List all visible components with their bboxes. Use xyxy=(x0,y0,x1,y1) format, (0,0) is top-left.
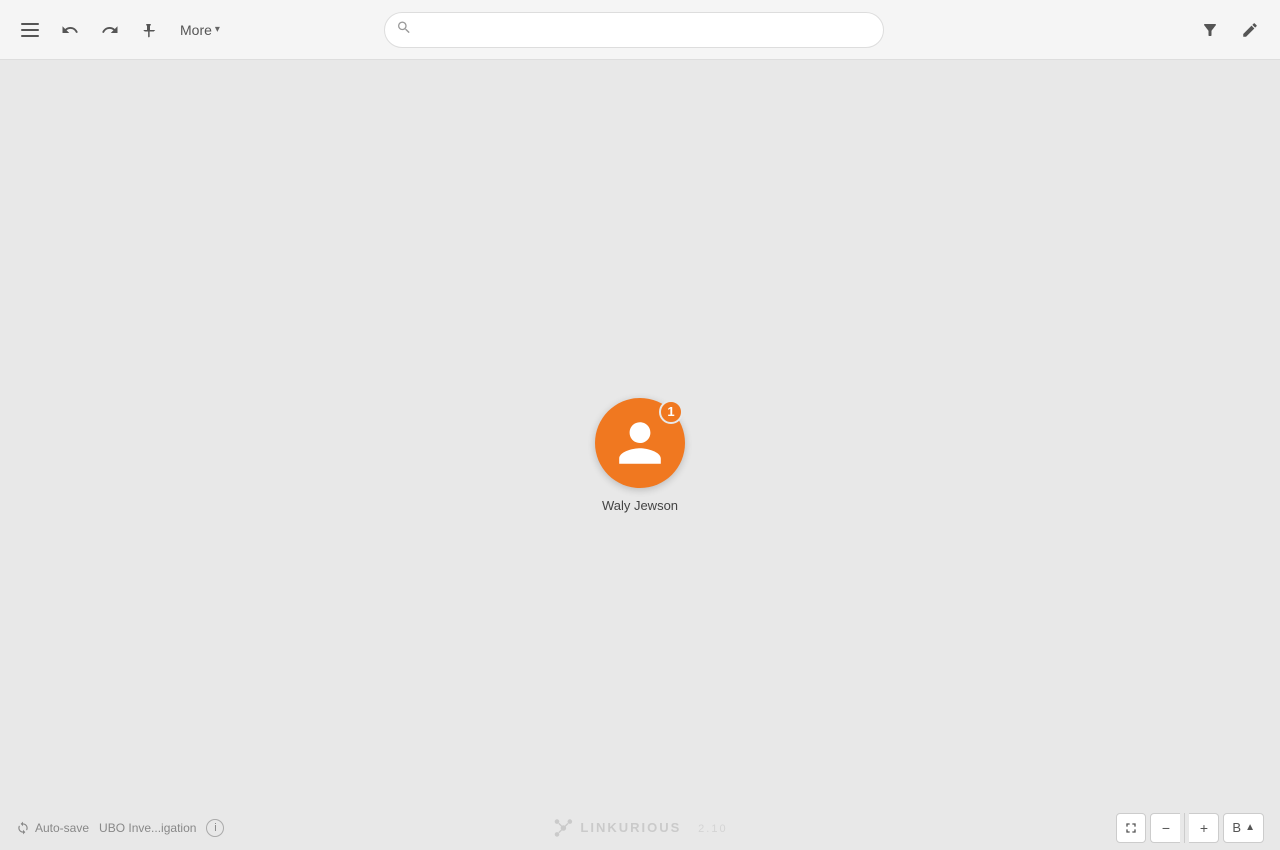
menu-button[interactable] xyxy=(12,14,48,46)
logo-icon xyxy=(552,817,574,839)
graph-canvas[interactable]: 1 Waly Jewson xyxy=(0,60,1280,850)
zoom-in-button[interactable]: + xyxy=(1189,813,1219,843)
zoom-plus-label: + xyxy=(1200,820,1208,836)
graph-node[interactable]: 1 Waly Jewson xyxy=(595,398,685,513)
pin-button[interactable] xyxy=(132,14,168,46)
edit-button[interactable] xyxy=(1232,14,1268,46)
main-toolbar: More ▾ xyxy=(0,0,1280,60)
bottom-bar: Auto-save UBO Inve...igation i LINKURIOU… xyxy=(0,805,1280,850)
autosave-icon xyxy=(16,821,30,835)
bottom-left: Auto-save UBO Inve...igation i xyxy=(16,819,224,837)
layout-button[interactable]: B ▲ xyxy=(1223,813,1264,843)
redo-button[interactable] xyxy=(92,14,128,46)
undo-button[interactable] xyxy=(52,14,88,46)
redo-icon xyxy=(100,20,120,40)
autosave-indicator: Auto-save xyxy=(16,821,89,835)
node-label: Waly Jewson xyxy=(602,498,678,513)
autosave-label: Auto-save xyxy=(35,821,89,835)
fullscreen-icon xyxy=(1123,820,1139,836)
more-label: More xyxy=(180,22,212,38)
zoom-divider xyxy=(1184,813,1185,843)
investigation-name: UBO Inve...igation xyxy=(99,821,196,835)
layout-label: B xyxy=(1232,820,1241,835)
layout-chevron-icon: ▲ xyxy=(1245,822,1255,833)
undo-icon xyxy=(60,20,80,40)
toolbar-right xyxy=(1192,14,1268,46)
bottom-right-controls: − + B ▲ xyxy=(1116,813,1264,843)
zoom-minus-label: − xyxy=(1162,820,1170,836)
pin-icon xyxy=(140,20,160,40)
node-circle[interactable]: 1 xyxy=(595,398,685,488)
search-input[interactable] xyxy=(384,12,884,48)
hamburger-icon xyxy=(20,20,40,40)
chevron-down-icon: ▾ xyxy=(215,24,220,35)
filter-icon xyxy=(1200,20,1220,40)
fullscreen-button[interactable] xyxy=(1116,813,1146,843)
filter-button[interactable] xyxy=(1192,14,1228,46)
edit-icon xyxy=(1240,20,1260,40)
info-button[interactable]: i xyxy=(206,819,224,837)
logo-text: LINKURIOUS 2.10 xyxy=(580,820,727,835)
zoom-out-button[interactable]: − xyxy=(1150,813,1180,843)
person-icon xyxy=(614,417,666,469)
node-badge: 1 xyxy=(659,400,683,424)
search-container xyxy=(384,12,884,48)
more-button[interactable]: More ▾ xyxy=(172,16,228,44)
logo-area: LINKURIOUS 2.10 xyxy=(552,817,727,839)
